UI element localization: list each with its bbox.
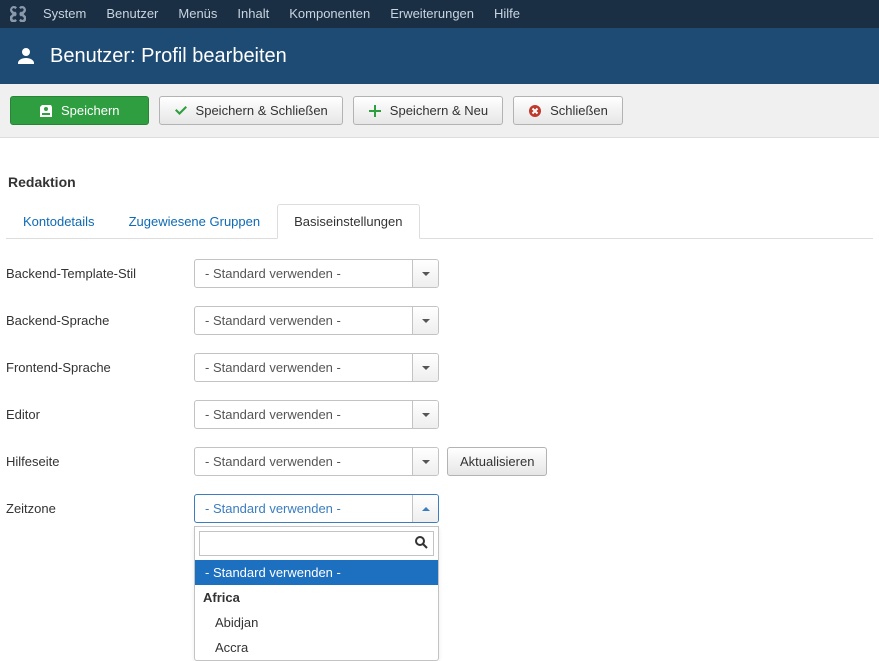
save-button-label: Speichern <box>61 103 120 118</box>
close-label: Schließen <box>550 103 608 118</box>
menu-menus[interactable]: Menüs <box>169 0 226 28</box>
row-helpsite: Hilfeseite - Standard verwenden - Aktual… <box>6 447 873 476</box>
select-value: - Standard verwenden - <box>195 401 412 428</box>
chevron-down-icon <box>412 401 438 428</box>
select-value: - Standard verwenden - <box>195 448 412 475</box>
option-standard[interactable]: - Standard verwenden - <box>195 560 438 585</box>
save-new-label: Speichern & Neu <box>390 103 488 118</box>
select-value: - Standard verwenden - <box>195 260 412 287</box>
label-helpsite: Hilfeseite <box>6 454 194 469</box>
menu-erweiterungen[interactable]: Erweiterungen <box>381 0 483 28</box>
select-value: - Standard verwenden - <box>195 354 412 381</box>
joomla-logo-icon <box>8 4 28 24</box>
select-backend-template[interactable]: - Standard verwenden - <box>194 259 439 288</box>
user-icon <box>16 46 36 66</box>
menu-system[interactable]: System <box>34 0 95 28</box>
row-editor: Editor - Standard verwenden - <box>6 400 873 429</box>
chevron-down-icon <box>412 354 438 381</box>
content-area: Redaktion Kontodetails Zugewiesene Grupp… <box>0 138 879 559</box>
close-button[interactable]: Schließen <box>513 96 623 125</box>
section-title: Redaktion <box>8 174 873 190</box>
label-editor: Editor <box>6 407 194 422</box>
tab-account[interactable]: Kontodetails <box>6 204 112 239</box>
dropdown-list[interactable]: - Standard verwenden - Africa Abidjan Ac… <box>195 560 438 660</box>
page-title-bar: Benutzer: Profil bearbeiten <box>0 28 879 84</box>
chevron-down-icon <box>412 260 438 287</box>
save-icon <box>39 104 53 118</box>
select-value: - Standard verwenden - <box>195 495 412 522</box>
select-editor[interactable]: - Standard verwenden - <box>194 400 439 429</box>
label-backend-template: Backend-Template-Stil <box>6 266 194 281</box>
row-backend-lang: Backend-Sprache - Standard verwenden - <box>6 306 873 335</box>
option-accra[interactable]: Accra <box>195 635 438 660</box>
plus-icon <box>368 104 382 118</box>
tab-bar: Kontodetails Zugewiesene Gruppen Basisei… <box>6 204 873 239</box>
menu-komponenten[interactable]: Komponenten <box>280 0 379 28</box>
menu-hilfe[interactable]: Hilfe <box>485 0 529 28</box>
select-frontend-lang[interactable]: - Standard verwenden - <box>194 353 439 382</box>
search-icon <box>414 535 428 549</box>
refresh-button[interactable]: Aktualisieren <box>447 447 547 476</box>
tab-groups[interactable]: Zugewiesene Gruppen <box>112 204 278 239</box>
select-helpsite[interactable]: - Standard verwenden - <box>194 447 439 476</box>
chevron-down-icon <box>412 307 438 334</box>
check-icon <box>174 104 188 118</box>
row-timezone: Zeitzone - Standard verwenden - <box>6 494 873 523</box>
menu-inhalt[interactable]: Inhalt <box>228 0 278 28</box>
row-frontend-lang: Frontend-Sprache - Standard verwenden - <box>6 353 873 382</box>
label-frontend-lang: Frontend-Sprache <box>6 360 194 375</box>
select-backend-lang[interactable]: - Standard verwenden - <box>194 306 439 335</box>
select-timezone[interactable]: - Standard verwenden - - Standard verwen… <box>194 494 439 523</box>
row-backend-template: Backend-Template-Stil - Standard verwend… <box>6 259 873 288</box>
page-title: Benutzer: Profil bearbeiten <box>50 45 287 68</box>
chevron-up-icon <box>412 495 438 522</box>
dropdown-search <box>195 527 438 560</box>
dropdown-search-input[interactable] <box>199 531 434 556</box>
cancel-icon <box>528 104 542 118</box>
save-close-label: Speichern & Schließen <box>196 103 328 118</box>
chevron-down-icon <box>412 448 438 475</box>
label-backend-lang: Backend-Sprache <box>6 313 194 328</box>
save-new-button[interactable]: Speichern & Neu <box>353 96 503 125</box>
option-abidjan[interactable]: Abidjan <box>195 610 438 635</box>
label-timezone: Zeitzone <box>6 501 194 516</box>
timezone-dropdown-panel: - Standard verwenden - Africa Abidjan Ac… <box>194 526 439 661</box>
menu-benutzer[interactable]: Benutzer <box>97 0 167 28</box>
select-value: - Standard verwenden - <box>195 307 412 334</box>
save-close-button[interactable]: Speichern & Schließen <box>159 96 343 125</box>
top-menu-bar: System Benutzer Menüs Inhalt Komponenten… <box>0 0 879 28</box>
option-group-africa: Africa <box>195 585 438 610</box>
save-button[interactable]: Speichern <box>10 96 149 125</box>
action-toolbar: Speichern Speichern & Schließen Speicher… <box>0 84 879 138</box>
tab-basic[interactable]: Basiseinstellungen <box>277 204 419 239</box>
